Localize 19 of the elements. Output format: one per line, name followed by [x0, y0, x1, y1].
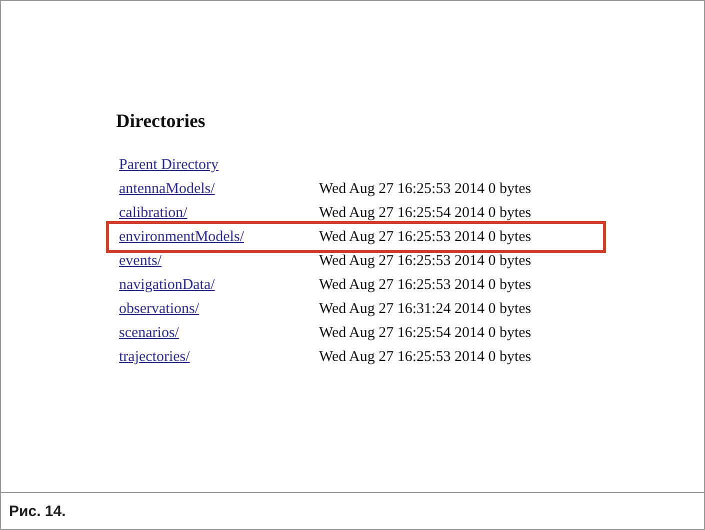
directory-link[interactable]: scenarios/ — [119, 325, 179, 341]
modified-date: Wed Aug 27 16:25:54 2014 0 bytes — [319, 324, 532, 342]
directory-link[interactable]: calibration/ — [119, 205, 188, 221]
page-heading: Directories — [116, 111, 206, 133]
directory-link[interactable]: environmentModels/ — [119, 229, 244, 245]
figure-caption: Рис. 14. — [8, 502, 67, 522]
directory-link[interactable]: Parent Directory — [119, 157, 219, 173]
directory-link[interactable]: events/ — [119, 253, 162, 269]
modified-date: Wed Aug 27 16:25:54 2014 0 bytes — [319, 204, 532, 222]
modified-date: Wed Aug 27 16:25:53 2014 0 bytes — [319, 252, 532, 270]
directory-link[interactable]: navigationData/ — [119, 277, 215, 293]
modified-date: Wed Aug 27 16:31:24 2014 0 bytes — [319, 300, 532, 318]
directory-link[interactable]: antennaModels/ — [119, 181, 215, 197]
modified-date: Wed Aug 27 16:25:53 2014 0 bytes — [319, 348, 532, 366]
modified-date: Wed Aug 27 16:25:53 2014 0 bytes — [319, 276, 532, 294]
modified-date: Wed Aug 27 16:25:53 2014 0 bytes — [319, 180, 532, 198]
modified-date: Wed Aug 27 16:25:53 2014 0 bytes — [319, 228, 532, 246]
directory-link[interactable]: trajectories/ — [119, 349, 190, 365]
directory-link[interactable]: observations/ — [119, 301, 199, 317]
